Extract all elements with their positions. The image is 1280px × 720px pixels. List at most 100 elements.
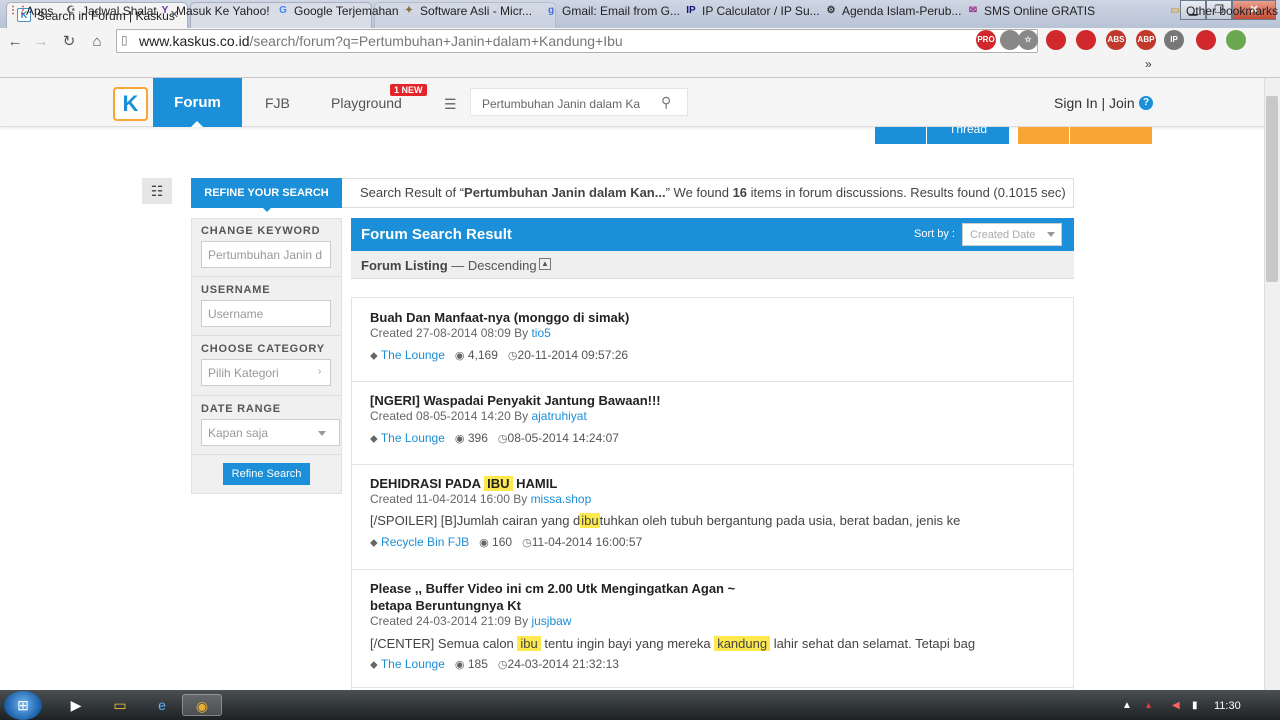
created-text: Created 11-04-2014 16:00 By	[370, 492, 531, 506]
forward-icon[interactable]: →	[30, 31, 52, 53]
eye-icon: ◉	[454, 350, 465, 362]
mosque-icon: ☪	[66, 5, 76, 16]
abp-extension-icon[interactable]: ABP	[1136, 30, 1156, 50]
bookmarks-overflow[interactable]: »	[1145, 57, 1152, 71]
chrome-icon[interactable]: ◉	[182, 694, 222, 716]
gear-icon: ⚙	[826, 5, 836, 16]
summary-suffix: items in forum discussions. Results foun…	[747, 185, 1066, 200]
created-text: Created 27-08-2014 08:09 By	[370, 326, 532, 340]
view-count: 160	[492, 535, 513, 549]
bookmark-item[interactable]: ✦ Software Asli - Micr...	[402, 4, 532, 18]
thread-title[interactable]: DEHIDRASI PADA IBU HAMIL	[370, 475, 557, 492]
tray-arrow-icon[interactable]: ▲	[1122, 700, 1132, 711]
red-extension-2-icon[interactable]	[1076, 30, 1096, 50]
block-extension-icon[interactable]	[1196, 30, 1216, 50]
refine-search-tab[interactable]: REFINE YOUR SEARCH	[191, 178, 342, 208]
start-button[interactable]: ⊞	[4, 691, 42, 720]
collapse-icon[interactable]: ▲	[539, 258, 551, 270]
translate-icon: G	[279, 5, 287, 16]
eye-icon: ◉	[454, 659, 465, 671]
bookmark-item[interactable]: Y Masuk Ke Yahoo!	[158, 4, 270, 18]
bookmark-label: SMS Online GRATIS	[984, 4, 1096, 18]
username-input[interactable]: Username	[201, 300, 331, 327]
bookmark-item[interactable]: ▭ Other bookmarks	[1168, 4, 1278, 18]
help-icon[interactable]: ?	[1139, 96, 1153, 110]
star-bookmark-icon[interactable]: ☆	[1018, 30, 1038, 50]
divider	[192, 276, 341, 277]
thread-title[interactable]: [NGERI] Waspadai Penyakit Jantung Bawaan…	[370, 392, 661, 409]
folder-icon: ▭	[1170, 5, 1180, 16]
summary-mid: ” We found	[665, 185, 733, 200]
bookmark-item[interactable]: IP IP Calculator / IP Su...	[684, 4, 819, 18]
bookmark-label: Agenda Islam-Perub...	[842, 4, 962, 18]
bookmark-item[interactable]: ⚙ Agenda Islam-Perub...	[824, 4, 962, 18]
nav-playground[interactable]: Playground	[331, 95, 402, 111]
list-item: DEHIDRASI PADA IBU HAMIL Created 11-04-2…	[352, 465, 1073, 570]
internet-explorer-icon[interactable]: e	[150, 694, 174, 716]
author-link[interactable]: jusjbaw	[531, 614, 571, 628]
kaskus-logo[interactable]: K	[113, 87, 148, 121]
list-item: Please ,, Buffer Video ini cm 2.00 Utk M…	[352, 570, 1073, 688]
green-extension-icon[interactable]	[1226, 30, 1246, 50]
join-link[interactable]: Join	[1109, 95, 1135, 111]
software-icon: ✦	[404, 5, 414, 16]
thread-title[interactable]: Buah Dan Manfaat-nya (monggo di simak)	[370, 309, 629, 326]
search-icon[interactable]: ⚲	[661, 94, 671, 111]
sms-icon: ✉	[968, 5, 978, 16]
username-label: USERNAME	[201, 284, 271, 296]
author-link[interactable]: missa.shop	[531, 492, 592, 506]
sidebar-toggle-icon[interactable]: ☷	[142, 178, 172, 204]
keyword-input[interactable]: Pertumbuhan Janin d	[201, 241, 331, 268]
view-count: 185	[467, 657, 488, 671]
hidden-blue-button[interactable]	[875, 127, 926, 144]
category-link[interactable]: The Lounge	[381, 431, 445, 445]
create-thread-button[interactable]: Thread	[927, 127, 1009, 144]
taskbar-clock[interactable]: 11:30	[1214, 700, 1241, 712]
ip-extension-icon[interactable]: IP	[1164, 30, 1184, 50]
gmail-icon: g	[547, 5, 555, 16]
author-link[interactable]: ajatruhiyat	[531, 409, 586, 423]
thread-snippet: [/SPOILER] [B]Jumlah cairan yang dibutuh…	[370, 513, 960, 528]
title-line: Please ,, Buffer Video ini cm 2.00 Utk M…	[370, 581, 736, 596]
tray-flag-icon[interactable]: ▮	[1192, 700, 1198, 711]
tray-network-icon[interactable]: ▴	[1146, 700, 1151, 711]
category-select[interactable]: Pilih Kategori	[201, 359, 331, 386]
thread-title[interactable]: Please ,, Buffer Video ini cm 2.00 Utk M…	[370, 580, 735, 614]
bookmark-item[interactable]: ☪ Jadwal Shalat	[64, 4, 157, 18]
explorer-folder-icon[interactable]: ▭	[108, 694, 132, 716]
red-extension-1-icon[interactable]	[1046, 30, 1066, 50]
bookmark-item[interactable]: G Google Terjemahan	[276, 4, 398, 18]
category-link[interactable]: The Lounge	[381, 348, 445, 362]
sign-in-link[interactable]: Sign In	[1054, 95, 1098, 111]
view-count: 396	[467, 431, 488, 445]
date-range-label: DATE RANGE	[201, 403, 281, 415]
last-post-time: 08-05-2014 14:24:07	[507, 431, 619, 445]
nav-fjb[interactable]: FJB	[265, 95, 290, 111]
hidden-orange-button-2[interactable]	[1070, 127, 1152, 144]
reload-icon[interactable]: ↻	[58, 31, 80, 53]
translate-extension-icon[interactable]	[1000, 30, 1020, 50]
eye-icon: ◉	[479, 537, 489, 549]
address-bar[interactable]: www.kaskus.co.id/search/forum?q=Pertumbu…	[116, 29, 1038, 53]
search-input[interactable]: Pertumbuhan Janin dalam Ka	[470, 88, 688, 116]
pro-extension-icon[interactable]: PRO	[976, 30, 996, 50]
nav-forum[interactable]: Forum	[153, 78, 242, 127]
refine-search-button[interactable]: Refine Search	[223, 463, 310, 485]
back-icon[interactable]: ←	[4, 31, 26, 53]
media-player-icon[interactable]: ▶	[64, 694, 88, 716]
hidden-orange-button[interactable]	[1018, 127, 1069, 144]
chevron-right-icon: ›	[318, 366, 322, 377]
tray-volume-icon[interactable]: ◀	[1172, 700, 1180, 711]
category-link[interactable]: The Lounge	[381, 657, 445, 671]
bookmark-label: Other bookmarks	[1186, 4, 1279, 18]
home-icon[interactable]: ⌂	[86, 31, 108, 53]
scrollbar-thumb[interactable]	[1266, 96, 1278, 282]
bookmark-item[interactable]: ✉ SMS Online GRATIS	[966, 4, 1095, 18]
menu-list-icon[interactable]: ☰	[444, 96, 457, 113]
bookmark-item[interactable]: ⋮⋮ Apps	[8, 4, 53, 18]
bookmark-item[interactable]: g Gmail: Email from G...	[544, 4, 680, 18]
created-text: Created 08-05-2014 14:20 By	[370, 409, 532, 423]
category-link[interactable]: Recycle Bin FJB	[381, 535, 469, 549]
author-link[interactable]: tio5	[531, 326, 550, 340]
abs-extension-icon[interactable]: ABS	[1106, 30, 1126, 50]
